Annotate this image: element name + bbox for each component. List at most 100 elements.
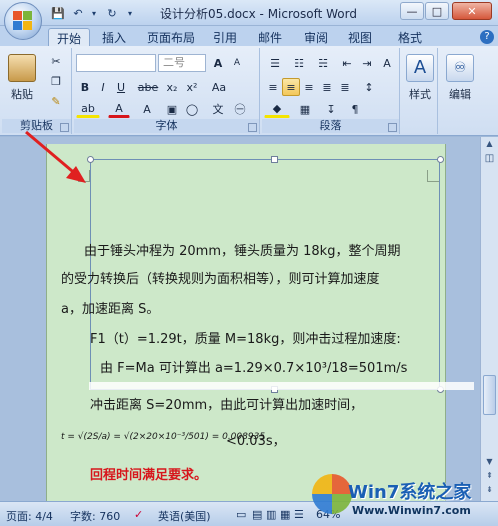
doc-line-3: a，加速距离 S。 [61, 302, 160, 317]
windows-logo-icon [312, 474, 352, 514]
title-bar: 💾 ↶ ▾ ↻ ▾ 设计分析05.docx - Microsoft Word —… [0, 0, 498, 40]
office-logo-icon [13, 11, 33, 31]
doc-line-1: 由于锤头冲程为 20mm，锤头质量为 18kg，整个周期 [84, 244, 401, 259]
editing-button[interactable]: ♾ 编辑 [442, 50, 478, 112]
word-count[interactable]: 字数: 760 [70, 508, 120, 524]
full-screen-reading-icon[interactable]: ▥ [266, 508, 276, 521]
office-button[interactable] [4, 2, 42, 40]
borders-icon[interactable]: ▦ [294, 100, 316, 118]
web-layout-icon[interactable]: ▦ [280, 508, 290, 521]
proofing-icon[interactable]: ✓ [134, 508, 143, 521]
strikethrough-button[interactable]: abe [136, 78, 160, 96]
clipboard-group: 粘贴 ✂ ❐ ✎ 剪贴板 [2, 48, 72, 134]
decrease-indent-icon[interactable]: ⇤ [338, 54, 356, 72]
scroll-down-icon[interactable]: ▼ [483, 457, 496, 470]
watermark-brand: Win7系统之家 [348, 482, 472, 503]
outline-view-icon[interactable]: ☰ [294, 508, 304, 521]
bullets-icon[interactable]: ☰ [264, 54, 286, 72]
undo-dropdown-icon[interactable]: ▾ [88, 5, 100, 21]
copy-icon[interactable]: ❐ [46, 72, 66, 90]
close-button[interactable]: ✕ [452, 2, 492, 20]
tab-references[interactable]: 引用 [205, 28, 245, 46]
selection-strip [89, 382, 474, 390]
line-spacing-icon[interactable]: ↕ [358, 78, 380, 96]
tab-insert[interactable]: 插入 [94, 28, 134, 46]
styles-group: A 样式 [402, 48, 438, 134]
paste-label: 粘贴 [11, 88, 33, 101]
styles-button[interactable]: A 样式 [402, 50, 438, 112]
font-group: 二号 A A B I U abe x₂ x² Aa ab A A ▣ ◯ 文 ㊀… [74, 48, 260, 134]
editing-label: 编辑 [449, 88, 471, 101]
multilevel-list-icon[interactable]: ☵ [312, 54, 334, 72]
paragraph-group-label: 段落 [262, 119, 399, 133]
numbering-icon[interactable]: ☷ [288, 54, 310, 72]
page-count[interactable]: 页面: 4/4 [6, 508, 53, 524]
help-icon[interactable]: ? [480, 30, 494, 44]
font-launcher-icon[interactable] [248, 123, 257, 132]
justify-icon[interactable]: ≣ [318, 78, 336, 96]
ribbon-tabs: 开始 插入 页面布局 引用 邮件 审阅 视图 格式 ? [0, 26, 498, 46]
insert-mode-icon[interactable]: ▭ [236, 508, 246, 521]
chinese-layout-icon[interactable]: A [378, 54, 396, 72]
redo-icon[interactable]: ↻ [104, 5, 120, 21]
prev-page-icon[interactable]: ⇞ [483, 471, 496, 484]
align-left-icon[interactable]: ≡ [264, 78, 282, 96]
doc-line-5: 由 F=Ma 可计算出 a=1.29×0.7×10³/18=501m/s [100, 361, 408, 376]
tab-format[interactable]: 格式 [390, 28, 430, 46]
distributed-icon[interactable]: ≣ [336, 78, 354, 96]
font-group-label: 字体 [74, 119, 259, 133]
minimize-button[interactable]: — [400, 2, 424, 20]
resize-handle-top[interactable] [271, 156, 278, 163]
italic-button[interactable]: I [94, 78, 112, 96]
styles-icon: A [406, 54, 434, 82]
align-right-icon[interactable]: ≡ [300, 78, 318, 96]
paste-button[interactable]: 粘贴 [4, 50, 40, 112]
font-color-button[interactable]: A [108, 100, 130, 118]
increase-indent-icon[interactable]: ⇥ [358, 54, 376, 72]
tab-view[interactable]: 视图 [340, 28, 380, 46]
undo-icon[interactable]: ↶ [70, 5, 86, 21]
character-shading-icon[interactable]: ▣ [162, 100, 182, 118]
tab-page-layout[interactable]: 页面布局 [139, 28, 203, 46]
customize-quick-access-icon[interactable]: ▾ [124, 5, 136, 21]
character-border-icon[interactable]: ◯ [182, 100, 202, 118]
tab-home[interactable]: 开始 [48, 28, 91, 46]
character-scale-button[interactable]: A [136, 100, 158, 118]
show-marks-icon[interactable]: ¶ [344, 100, 366, 118]
cut-icon[interactable]: ✂ [46, 52, 66, 70]
superscript-button[interactable]: x² [182, 78, 202, 96]
vertical-scrollbar[interactable]: ▲ ◫ ▼ ⇞ ⇟ [480, 137, 498, 501]
underline-button[interactable]: U [112, 78, 130, 96]
resize-handle-top-right[interactable] [437, 156, 444, 163]
paragraph-group: ☰ ☷ ☵ ⇤ ⇥ A ≡ ≡ ≡ ≣ ≣ ↕ ◆ ▦ ↧ ¶ 段落 [262, 48, 400, 134]
tab-review[interactable]: 审阅 [296, 28, 336, 46]
phonetic-guide-icon[interactable]: 文 [208, 100, 228, 118]
language[interactable]: 英语(美国) [158, 508, 211, 524]
styles-label: 样式 [409, 88, 431, 101]
tab-mailings[interactable]: 邮件 [250, 28, 290, 46]
print-layout-view-icon[interactable]: ▤ [252, 508, 262, 521]
save-icon[interactable]: 💾 [50, 5, 66, 21]
bold-button[interactable]: B [76, 78, 94, 96]
font-name-combo[interactable] [76, 54, 156, 72]
enclose-characters-icon[interactable]: ㊀ [230, 100, 250, 118]
grow-font-button[interactable]: A [208, 54, 228, 72]
align-center-icon[interactable]: ≡ [282, 78, 300, 96]
shading-icon[interactable]: ◆ [264, 100, 290, 118]
ruler-toggle-icon[interactable]: ◫ [483, 153, 496, 166]
scroll-thumb[interactable] [483, 375, 496, 415]
paragraph-launcher-icon[interactable] [388, 123, 397, 132]
clipboard-launcher-icon[interactable] [60, 123, 69, 132]
resize-handle-top-left[interactable] [87, 156, 94, 163]
format-painter-icon[interactable]: ✎ [46, 92, 66, 110]
sort-icon[interactable]: ↧ [320, 100, 342, 118]
clear-formatting-button[interactable]: Aa [208, 78, 230, 96]
restore-button[interactable]: □ [425, 2, 449, 20]
highlight-color-button[interactable]: ab [76, 100, 100, 118]
font-size-combo[interactable]: 二号 [158, 54, 206, 72]
subscript-button[interactable]: x₂ [162, 78, 182, 96]
doc-line-8: 回程时间满足要求。 [90, 468, 208, 483]
shrink-font-button[interactable]: A [228, 54, 246, 72]
scroll-up-icon[interactable]: ▲ [483, 139, 496, 152]
next-page-icon[interactable]: ⇟ [483, 485, 496, 498]
